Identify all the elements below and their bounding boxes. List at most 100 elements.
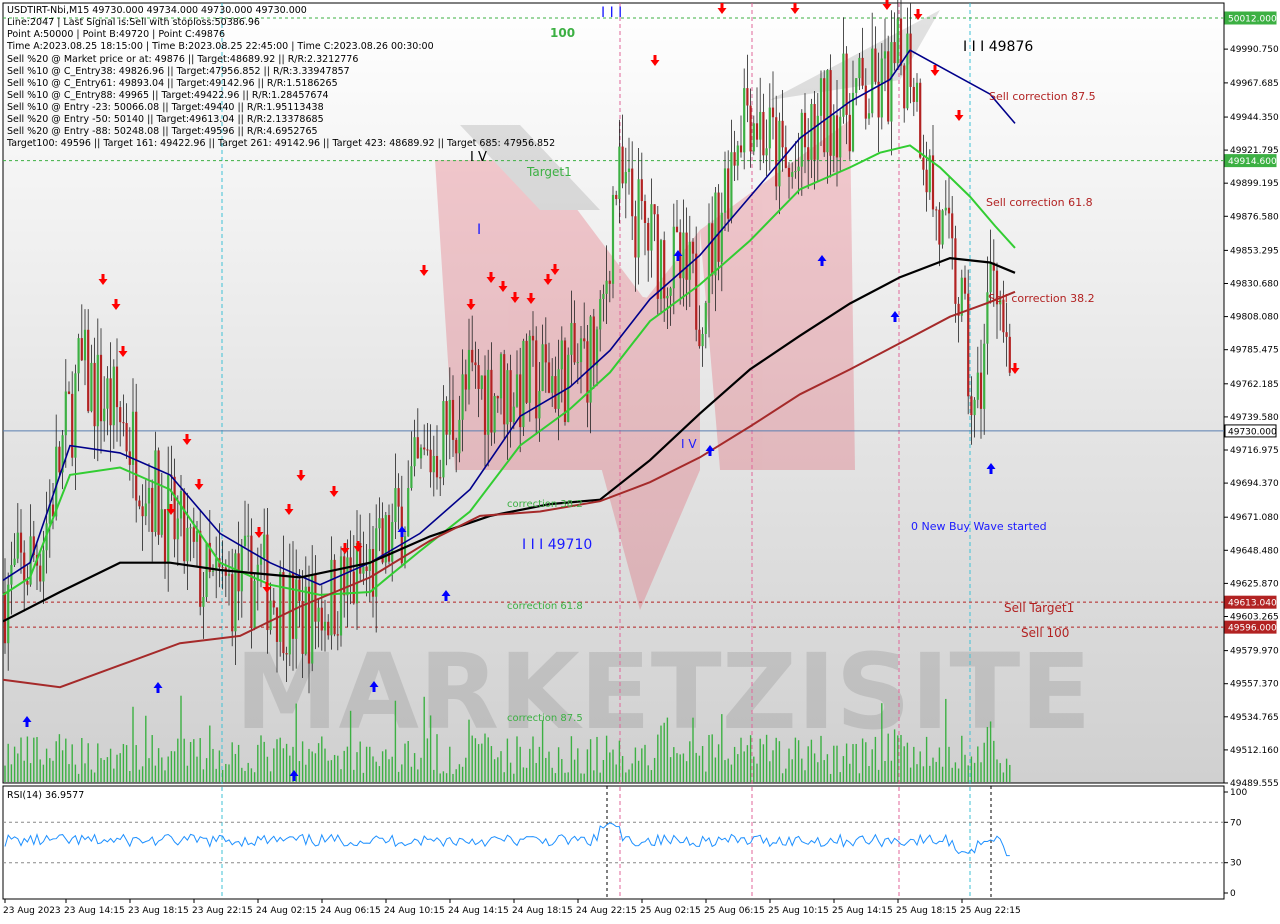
label-wave-top: I I I 49876 (963, 39, 1033, 55)
label-sell-correction-618: Sell correction 61.8 (986, 196, 1093, 209)
candle-body (407, 488, 410, 537)
candle-body (573, 323, 576, 363)
candle-body (279, 572, 282, 642)
candle-body (640, 179, 643, 202)
candle-body (688, 241, 691, 280)
candle-body (410, 466, 413, 489)
candle-body (647, 222, 650, 251)
candle-body (695, 253, 698, 330)
candle-body (253, 580, 256, 629)
time-tick-label: 25 Aug 22:15 (960, 906, 1021, 916)
candle-body (784, 147, 787, 168)
candle-body (544, 344, 547, 363)
candle-body (349, 557, 352, 572)
price-tick-label: 49716.975 (1230, 446, 1279, 456)
candle-body (83, 329, 87, 361)
candle-body (922, 157, 925, 170)
label-correction-618: correction 61.8 (507, 601, 583, 612)
watermark-text: MARKETZISITE (235, 631, 1091, 753)
candle-body (154, 450, 157, 532)
candle-body (912, 86, 915, 102)
candle-body (163, 509, 167, 564)
price-tick-label: 49876.580 (1230, 212, 1279, 222)
candle-body (701, 333, 704, 347)
candle-body (864, 85, 867, 119)
candle-body (717, 192, 720, 262)
info-line-2: Point A:50000 | Point B:49720 | Point C:… (7, 29, 225, 40)
candle-body (135, 411, 138, 501)
candle-body (787, 167, 791, 177)
price-tick-label: 49785.475 (1230, 346, 1279, 356)
time-tick-label: 25 Aug 18:15 (896, 906, 957, 916)
candle-body (867, 113, 871, 119)
candle-body (42, 550, 45, 582)
candle-body (451, 399, 455, 440)
candle-body (960, 277, 963, 316)
candle-body (234, 553, 237, 632)
candle-body (771, 107, 775, 118)
candle-body (547, 362, 551, 393)
candle-body (858, 57, 861, 79)
candle-body (605, 280, 608, 294)
candle-body (560, 340, 563, 370)
candle-body (935, 209, 938, 211)
price-tick-label: 49967.685 (1230, 79, 1279, 89)
candle-body (583, 338, 586, 342)
candle-body (711, 223, 714, 276)
candle-body (247, 535, 250, 537)
candle-body (301, 601, 304, 654)
candle-body (896, 18, 899, 64)
candle-body (432, 455, 435, 473)
chart-title: USDTIRT-Nbi,M15 49730.000 49734.000 4973… (7, 5, 307, 16)
candle-body (115, 366, 119, 408)
candle-body (592, 316, 595, 366)
candle-body (419, 447, 423, 459)
candle-body (327, 621, 330, 636)
candle-body (778, 120, 781, 187)
candle-body (941, 210, 944, 245)
candle-body (355, 543, 359, 604)
candle-body (227, 574, 231, 576)
candle-body (448, 399, 451, 435)
candle-body (285, 653, 288, 655)
candle-body (919, 82, 922, 158)
candle-body (352, 571, 355, 604)
candle-body (471, 349, 474, 363)
price-tick-label: 49944.350 (1230, 113, 1279, 123)
candle-body (1008, 336, 1011, 373)
candle-body (557, 369, 560, 409)
candle-body (467, 349, 471, 390)
candle-body (58, 446, 61, 473)
price-tick-label: 49694.370 (1230, 479, 1279, 489)
candle-body (519, 374, 522, 428)
candle-body (839, 116, 842, 158)
candle-body (759, 111, 762, 140)
candle-body (173, 476, 176, 540)
label-sell-100: Sell 100 (1021, 626, 1069, 640)
info-line-9: Sell %20 @ Entry -50: 50140 || Target:49… (7, 114, 324, 125)
candle-body (704, 302, 707, 334)
candle-body (669, 288, 672, 296)
candle-body (480, 375, 483, 389)
candle-body (394, 488, 397, 523)
candle-body (496, 396, 499, 399)
price-badge-label: 50012.000 (1228, 15, 1277, 25)
candle-body (855, 78, 858, 93)
candle-body (39, 565, 42, 582)
candle-body (835, 115, 839, 158)
candle-body (698, 329, 701, 347)
candle-body (205, 542, 208, 598)
info-line-6: Sell %10 @ C_Entry61: 49893.04 || Target… (7, 78, 338, 89)
time-tick-label: 24 Aug 14:15 (448, 906, 509, 916)
candle-body (416, 437, 419, 459)
candle-body (87, 329, 90, 412)
price-chart: MARKETZISITE USDTIRT-Nbi,M15 49730.000 4… (2, 0, 1279, 916)
candle-body (541, 344, 544, 392)
candle-body (599, 299, 602, 330)
candle-body (877, 81, 880, 118)
candle-body (67, 391, 71, 394)
chart-stage: MARKETZISITE USDTIRT-Nbi,M15 49730.000 4… (0, 0, 1280, 920)
candle-body (861, 57, 864, 86)
time-tick-label: 25 Aug 10:15 (768, 906, 829, 916)
time-tick-label: 23 Aug 2023 (3, 906, 61, 916)
